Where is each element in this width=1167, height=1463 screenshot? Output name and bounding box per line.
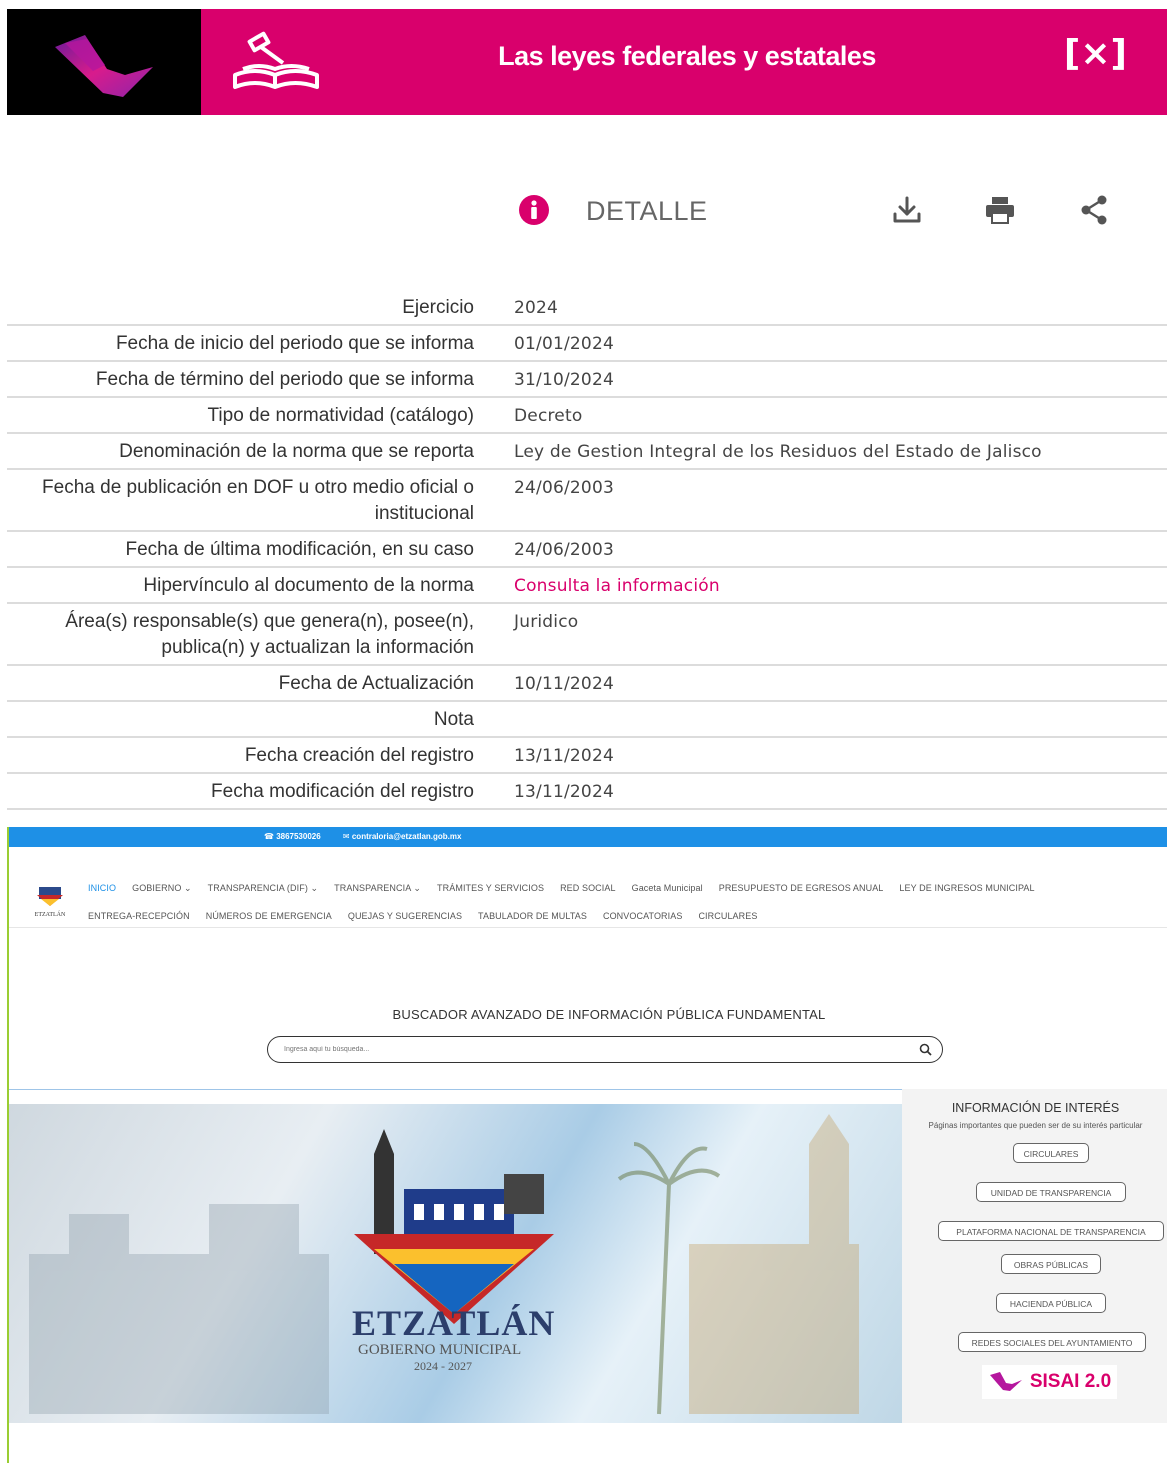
row-label: Área(s) responsable(s) que genera(n), po… [65,611,474,658]
row-value: Consulta la información [514,568,720,602]
sisai-label: SISAI 2.0 [1029,1371,1112,1392]
table-row: Nota [7,702,1167,738]
row-value: 13/11/2024 [514,782,614,802]
row-label: Fecha modificación del registro [211,781,474,802]
interest-subtitle: Páginas importantes que pueden ser de su… [928,1121,1143,1130]
nav-inicio[interactable]: INICIO [88,883,116,894]
table-row: Fecha de Actualización 10/11/2024 [7,666,1167,702]
close-button[interactable]: [×] [1064,33,1127,74]
row-value: 13/11/2024 [514,746,614,766]
search-title: BUSCADOR AVANZADO DE INFORMACIÓN PÚBLICA… [392,1007,826,1022]
email-address: contraloria@etzatlan.gob.mx [351,832,462,841]
detail-header: DETALLE [0,190,1167,234]
row-value: Ley de Gestion Integral de los Residuos … [514,442,1042,462]
nav-circulares[interactable]: CIRCULARES [698,911,757,921]
download-icon[interactable] [891,194,923,226]
detail-title: DETALLE [586,196,708,226]
row-label: Tipo de normatividad (catálogo) [207,405,475,426]
row-label: Fecha de última modificación, en su caso [125,539,474,560]
nav-emergencia[interactable]: NÚMEROS DE EMERGENCIA [206,911,332,921]
plataforma-nacional-button[interactable]: PLATAFORMA NACIONAL DE TRANSPARENCIA [938,1221,1164,1241]
row-value: Decreto [514,406,583,426]
table-row: Área(s) responsable(s) que genera(n), po… [7,604,1167,666]
email-text[interactable]: ✉ contraloria@etzatlan.gob.mx [343,832,472,841]
row-label: Ejercicio [402,297,474,318]
nav-red-social[interactable]: RED SOCIAL [560,883,616,894]
hero-years: 2024 - 2027 [414,1359,472,1373]
row-value: Juridico [514,612,579,632]
page-title: Las leyes federales y estatales [498,41,876,71]
row-value: 24/06/2003 [514,478,614,498]
row-value: 2024 [514,298,559,318]
nav-menu: INICIO GOBIERNO ⌄ TRANSPARENCIA (DIF) ⌄ … [88,883,1148,921]
row-label: Fecha de término del periodo que se info… [95,369,474,390]
hero-banner: ETZATLÁN GOBIERNO MUNICIPAL 2024 - 2027 [9,1104,902,1423]
nav-transparencia[interactable]: TRANSPARENCIA ⌄ [334,883,421,894]
hacienda-publica-button[interactable]: HACIENDA PÚBLICA [996,1293,1106,1313]
table-row: Fecha de término del periodo que se info… [7,362,1167,398]
phone-text[interactable]: ☎ 3867530026 [264,832,331,841]
site-nav: ETZATLÁN INICIO GOBIERNO ⌄ TRANSPARENCIA… [9,847,1167,928]
redes-sociales-button[interactable]: REDES SOCIALES DEL AYUNTAMIENTO [958,1332,1146,1352]
unidad-transparencia-button[interactable]: UNIDAD DE TRANSPARENCIA [976,1182,1126,1202]
nav-tabulador[interactable]: TABULADOR DE MULTAS [478,911,587,921]
obras-publicas-button[interactable]: OBRAS PÚBLICAS [1001,1254,1101,1274]
row-label: Fecha de inicio del periodo que se infor… [115,333,474,354]
nav-quejas[interactable]: QUEJAS Y SUGERENCIAS [348,911,462,921]
row-value: 01/01/2024 [514,334,614,354]
nav-presupuesto[interactable]: PRESUPUESTO DE EGRESOS ANUAL [719,883,884,894]
nav-transparencia-dif[interactable]: TRANSPARENCIA (DIF) ⌄ [208,883,318,894]
contact-bar: ☎ 3867530026 ✉ contraloria@etzatlan.gob.… [9,827,1167,847]
phone-number: 3867530026 [276,832,321,841]
header-banner: Las leyes federales y estatales [×] [7,9,1167,115]
etzatlan-crest-icon [37,887,63,906]
search-icon[interactable] [919,1043,932,1056]
row-value: 24/06/2003 [514,540,614,560]
nav-gaceta[interactable]: Gaceta Municipal [632,883,703,894]
document-link[interactable]: Consulta la información [514,576,720,596]
info-icon [519,195,549,225]
nav-entrega-recepcion[interactable]: ENTREGA-RECEPCIÓN [88,911,190,921]
hero-subtitle: GOBIERNO MUNICIPAL [358,1342,522,1358]
search-box[interactable] [267,1036,943,1063]
hero-name: ETZATLÁN [352,1303,556,1343]
row-value: 10/11/2024 [514,674,614,694]
nav-ley-ingresos[interactable]: LEY DE INGRESOS MUNICIPAL [899,883,1034,894]
sisai-logo-icon [989,1372,1022,1391]
nav-convocatorias[interactable]: CONVOCATORIAS [603,911,682,921]
nav-gobierno[interactable]: GOBIERNO ⌄ [132,883,192,894]
interest-panel: INFORMACIÓN DE INTERÉS Páginas important… [902,1089,1167,1423]
detail-table: Ejercicio 2024 Fecha de inicio del period… [7,290,1167,810]
row-label: Fecha creación del registro [244,745,474,766]
table-row: Tipo de normatividad (catálogo) Decreto [7,398,1167,434]
hero-illustration [29,1114,859,1415]
sisai-link[interactable]: SISAI 2.0 [982,1365,1117,1399]
table-row: Fecha de última modificación, en su caso… [7,532,1167,568]
print-icon[interactable] [984,194,1016,226]
site-logo[interactable]: ETZATLÁN [33,885,67,918]
row-label: Fecha de Actualización [278,673,474,694]
interest-title: INFORMACIÓN DE INTERÉS [951,1101,1120,1115]
site-logo-text: ETZATLÁN [34,912,66,918]
table-row: Hipervínculo al documento de la norma Con… [7,568,1167,604]
table-row: Fecha creación del registro 13/11/2024 [7,738,1167,774]
table-row: Ejercicio 2024 [7,290,1167,326]
share-icon[interactable] [1078,194,1110,226]
row-label: Denominación de la norma que se reporta [119,441,474,462]
table-row: Fecha de publicación en DOF u otro medio… [7,470,1167,532]
row-label: Fecha de publicación en DOF u otro medio… [42,477,474,524]
nav-tramites[interactable]: TRÁMITES Y SERVICIOS [437,883,544,894]
row-label: Nota [433,709,474,730]
row-label: Hipervínculo al documento de la norma [143,575,474,596]
table-row: Fecha de inicio del periodo que se infor… [7,326,1167,362]
embedded-site: ☎ 3867530026 ✉ contraloria@etzatlan.gob.… [7,827,1167,1463]
search-input[interactable] [282,1045,886,1054]
divider [9,1089,902,1090]
circulares-button[interactable]: CIRCULARES [1013,1143,1089,1163]
table-row: Denominación de la norma que se reporta L… [7,434,1167,470]
table-row: Fecha modificación del registro 13/11/202… [7,774,1167,810]
row-value: 31/10/2024 [514,370,614,390]
